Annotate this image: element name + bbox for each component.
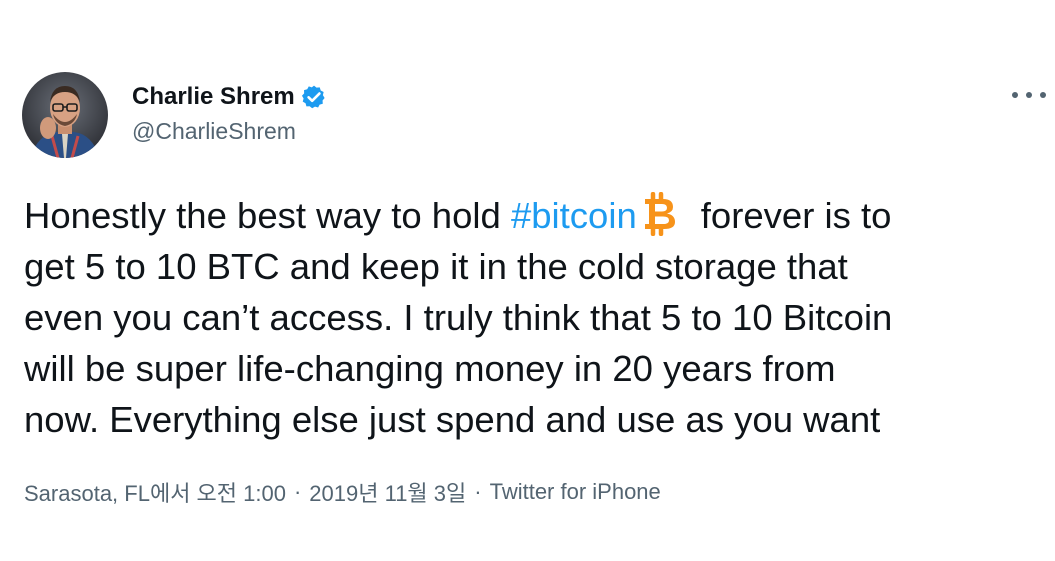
tweet-metadata: Sarasota, FL에서 오전 1:00 · 2019년 11월 3일 · … <box>24 476 661 508</box>
tweet-text-segment: Honestly the best way to hold <box>24 195 511 236</box>
tweet-line-3: even you can’t access. I truly think tha… <box>24 297 893 338</box>
more-dot-icon <box>1012 92 1018 98</box>
avatar-image <box>22 72 108 158</box>
more-dot-icon <box>1040 92 1046 98</box>
user-handle[interactable]: @CharlieShrem <box>132 118 296 145</box>
tweet-date[interactable]: 2019년 11월 3일 <box>309 476 466 508</box>
tweet-text: Honestly the best way to hold #bitcoin f… <box>24 190 1044 445</box>
avatar[interactable] <box>22 72 108 158</box>
bitcoin-emoji-icon <box>639 191 679 237</box>
tweet-line-5: now. Everything else just spend and use … <box>24 399 881 440</box>
tweet-source[interactable]: Twitter for iPhone <box>490 479 661 505</box>
tweet-line-2: get 5 to 10 BTC and keep it in the cold … <box>24 246 848 287</box>
tweet-line-1: Honestly the best way to hold #bitcoin f… <box>24 190 1044 241</box>
tweet-line-4: will be super life-changing money in 20 … <box>24 348 836 389</box>
tweet-timestamp[interactable]: Sarasota, FL에서 오전 1:00 <box>24 476 286 508</box>
more-options-button[interactable] <box>1012 82 1046 108</box>
hashtag-link[interactable]: #bitcoin <box>511 195 637 236</box>
separator-dot: · <box>293 479 302 504</box>
author-name-row[interactable]: Charlie Shrem <box>132 82 327 112</box>
tweet-text-segment: forever is to <box>700 195 892 236</box>
more-dot-icon <box>1026 92 1032 98</box>
tweet-card: Charlie Shrem @CharlieShrem Honestly the… <box>0 0 1055 561</box>
display-name[interactable]: Charlie Shrem <box>132 83 295 111</box>
separator-dot: · <box>474 479 482 504</box>
verified-badge-icon <box>301 84 327 110</box>
